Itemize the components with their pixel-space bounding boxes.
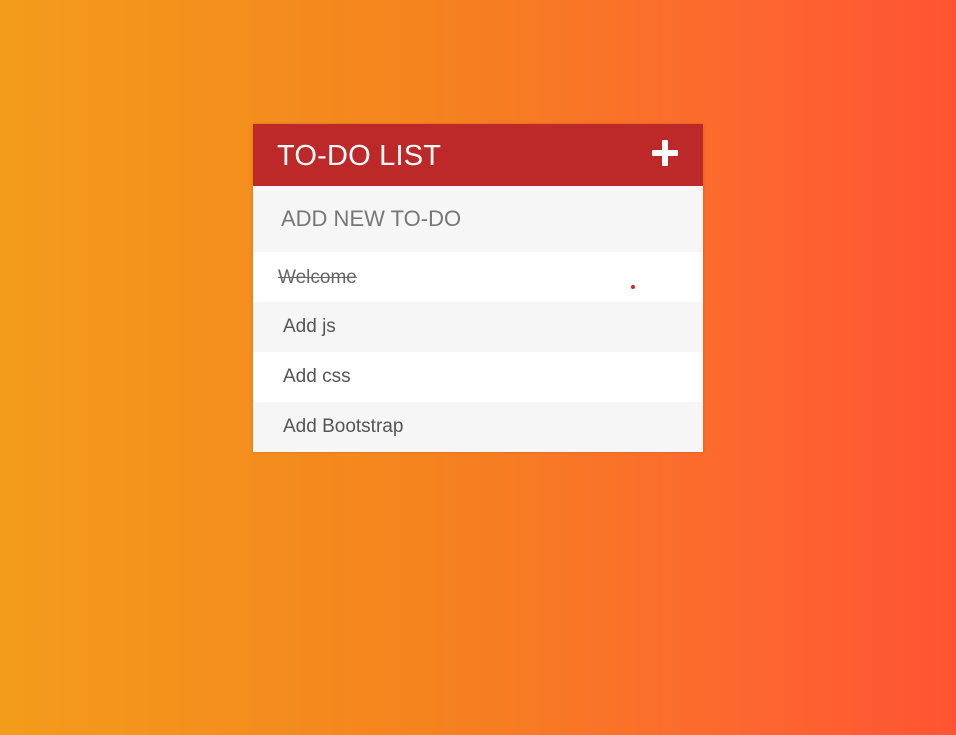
cursor-dot	[631, 285, 635, 289]
todo-text: Add js	[283, 316, 336, 337]
todo-list: Welcome Add js Add css Add Bootstrap	[253, 252, 703, 452]
page-title: TO-DO LIST	[277, 139, 442, 172]
todo-card: TO-DO LIST Welcome Add js Add css Add Bo…	[253, 124, 703, 452]
plus-icon	[652, 140, 678, 166]
list-item[interactable]: Add js	[253, 302, 703, 352]
todo-text: Add Bootstrap	[283, 416, 404, 437]
list-item[interactable]: Add css	[253, 352, 703, 402]
todo-text: Add css	[283, 366, 351, 387]
card-header: TO-DO LIST	[253, 124, 703, 186]
todo-text: Welcome	[278, 267, 357, 288]
list-item[interactable]: Welcome	[253, 252, 703, 302]
add-todo-button[interactable]	[650, 138, 680, 168]
new-todo-container	[253, 186, 703, 252]
new-todo-input[interactable]	[253, 186, 703, 252]
list-item[interactable]: Add Bootstrap	[253, 402, 703, 452]
